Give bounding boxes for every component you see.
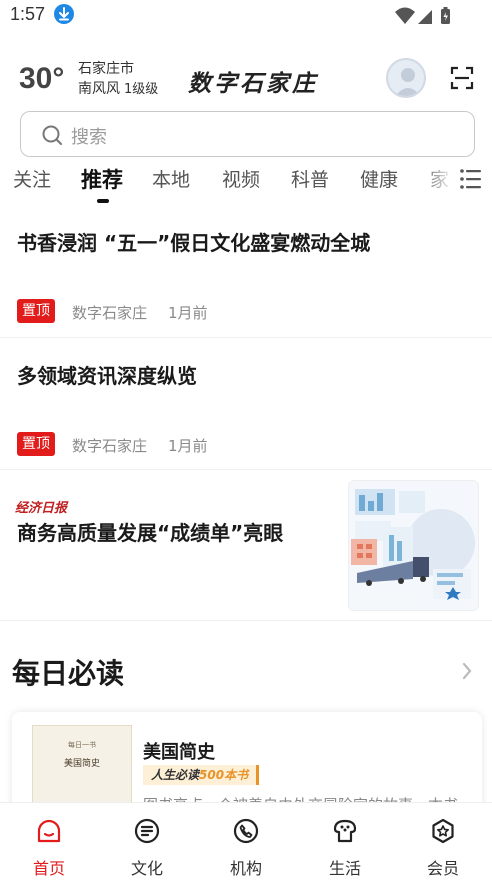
tab-local[interactable]: 本地 [152,165,190,192]
bottom-nav: 首页 文化 机构 生活 会员 [0,802,492,881]
nav-label: 文化 [130,859,163,878]
status-bar: 1:57 [0,0,492,30]
wind-level: 1级级 [124,82,159,97]
member-icon [429,817,457,845]
nav-culture[interactable]: 文化 [98,803,196,881]
search-icon [41,124,63,146]
news-thumbnail [348,480,479,611]
book-title: 美国简史 [143,742,215,763]
culture-icon [133,817,161,845]
pin-badge: 置顶 [17,299,55,323]
search-placeholder: 搜索 [71,127,107,148]
search-input[interactable]: 搜索 [20,111,475,157]
tab-health[interactable]: 健康 [360,165,398,192]
daily-read-header[interactable]: 每日必读 [0,640,492,700]
book-tag-prefix: 人生必读 [151,768,200,782]
book-tag-highlight: 500本书 [199,768,249,782]
nav-life[interactable]: 生活 [296,803,394,881]
status-icons [394,5,458,31]
nav-institution[interactable]: 机构 [197,803,295,881]
news-item[interactable]: 多领域资讯深度纵览 置顶 数字石家庄 1月前 [0,339,492,470]
signal-icon [418,10,432,24]
news-source: 数字石家庄 [72,304,148,322]
book-cover-title: 美国简史 [63,759,100,769]
book-tag: 人生必读500本书 [143,765,260,785]
news-item-featured[interactable]: 经济日报 商务高质量发展“成绩单”亮眼 [0,471,492,621]
scan-icon[interactable] [450,66,474,90]
tab-indicator [97,199,109,203]
section-title: 每日必读 [12,657,125,690]
nav-label: 会员 [426,859,459,878]
app-logo: 数字石家庄 [188,70,318,97]
nav-home[interactable]: 首页 [0,803,98,881]
temperature: 30° [19,62,65,95]
tab-fade [420,160,454,200]
news-item[interactable]: 书香浸润 “五一”假日文化盛宴燃动全城 置顶 数字石家庄 1月前 [0,207,492,338]
home-icon [35,817,63,845]
download-icon [54,4,74,24]
tab-science[interactable]: 科普 [291,165,329,192]
app-header: 30° 石家庄市 南风风 1级级 数字石家庄 [0,52,492,108]
tab-video[interactable]: 视频 [222,165,260,192]
category-tabs: 关注 推荐 本地 视频 科普 健康 家 [0,160,492,204]
news-source: 数字石家庄 [72,437,148,455]
phone-icon [232,817,260,845]
pin-badge: 置顶 [17,432,55,456]
nav-member[interactable]: 会员 [394,803,492,881]
news-title: 书香浸润 “五一”假日文化盛宴燃动全城 [17,231,371,255]
book-cover-label: 每日一书 [68,741,96,749]
city-name[interactable]: 石家庄市 [78,60,134,78]
tab-menu-icon[interactable] [454,160,492,200]
nav-label: 机构 [229,859,262,878]
status-time: 1:57 [10,4,46,24]
battery-icon [441,7,450,24]
nav-label: 首页 [32,859,65,878]
chevron-right-icon[interactable] [458,660,476,682]
news-time: 1月前 [168,437,208,455]
news-title: 商务高质量发展“成绩单”亮眼 [17,521,284,545]
life-icon [331,817,359,845]
weather-wind: 南风风 1级级 [78,80,158,99]
news-time: 1月前 [168,304,208,322]
wind-direction: 南风风 [78,81,120,97]
wifi-icon [395,7,415,24]
avatar[interactable] [386,58,426,98]
tab-recommend[interactable]: 推荐 [81,164,123,194]
news-source: 经济日报 [15,501,68,516]
nav-label: 生活 [328,859,361,878]
news-title: 多领域资讯深度纵览 [17,364,197,388]
tab-follow[interactable]: 关注 [13,165,51,192]
